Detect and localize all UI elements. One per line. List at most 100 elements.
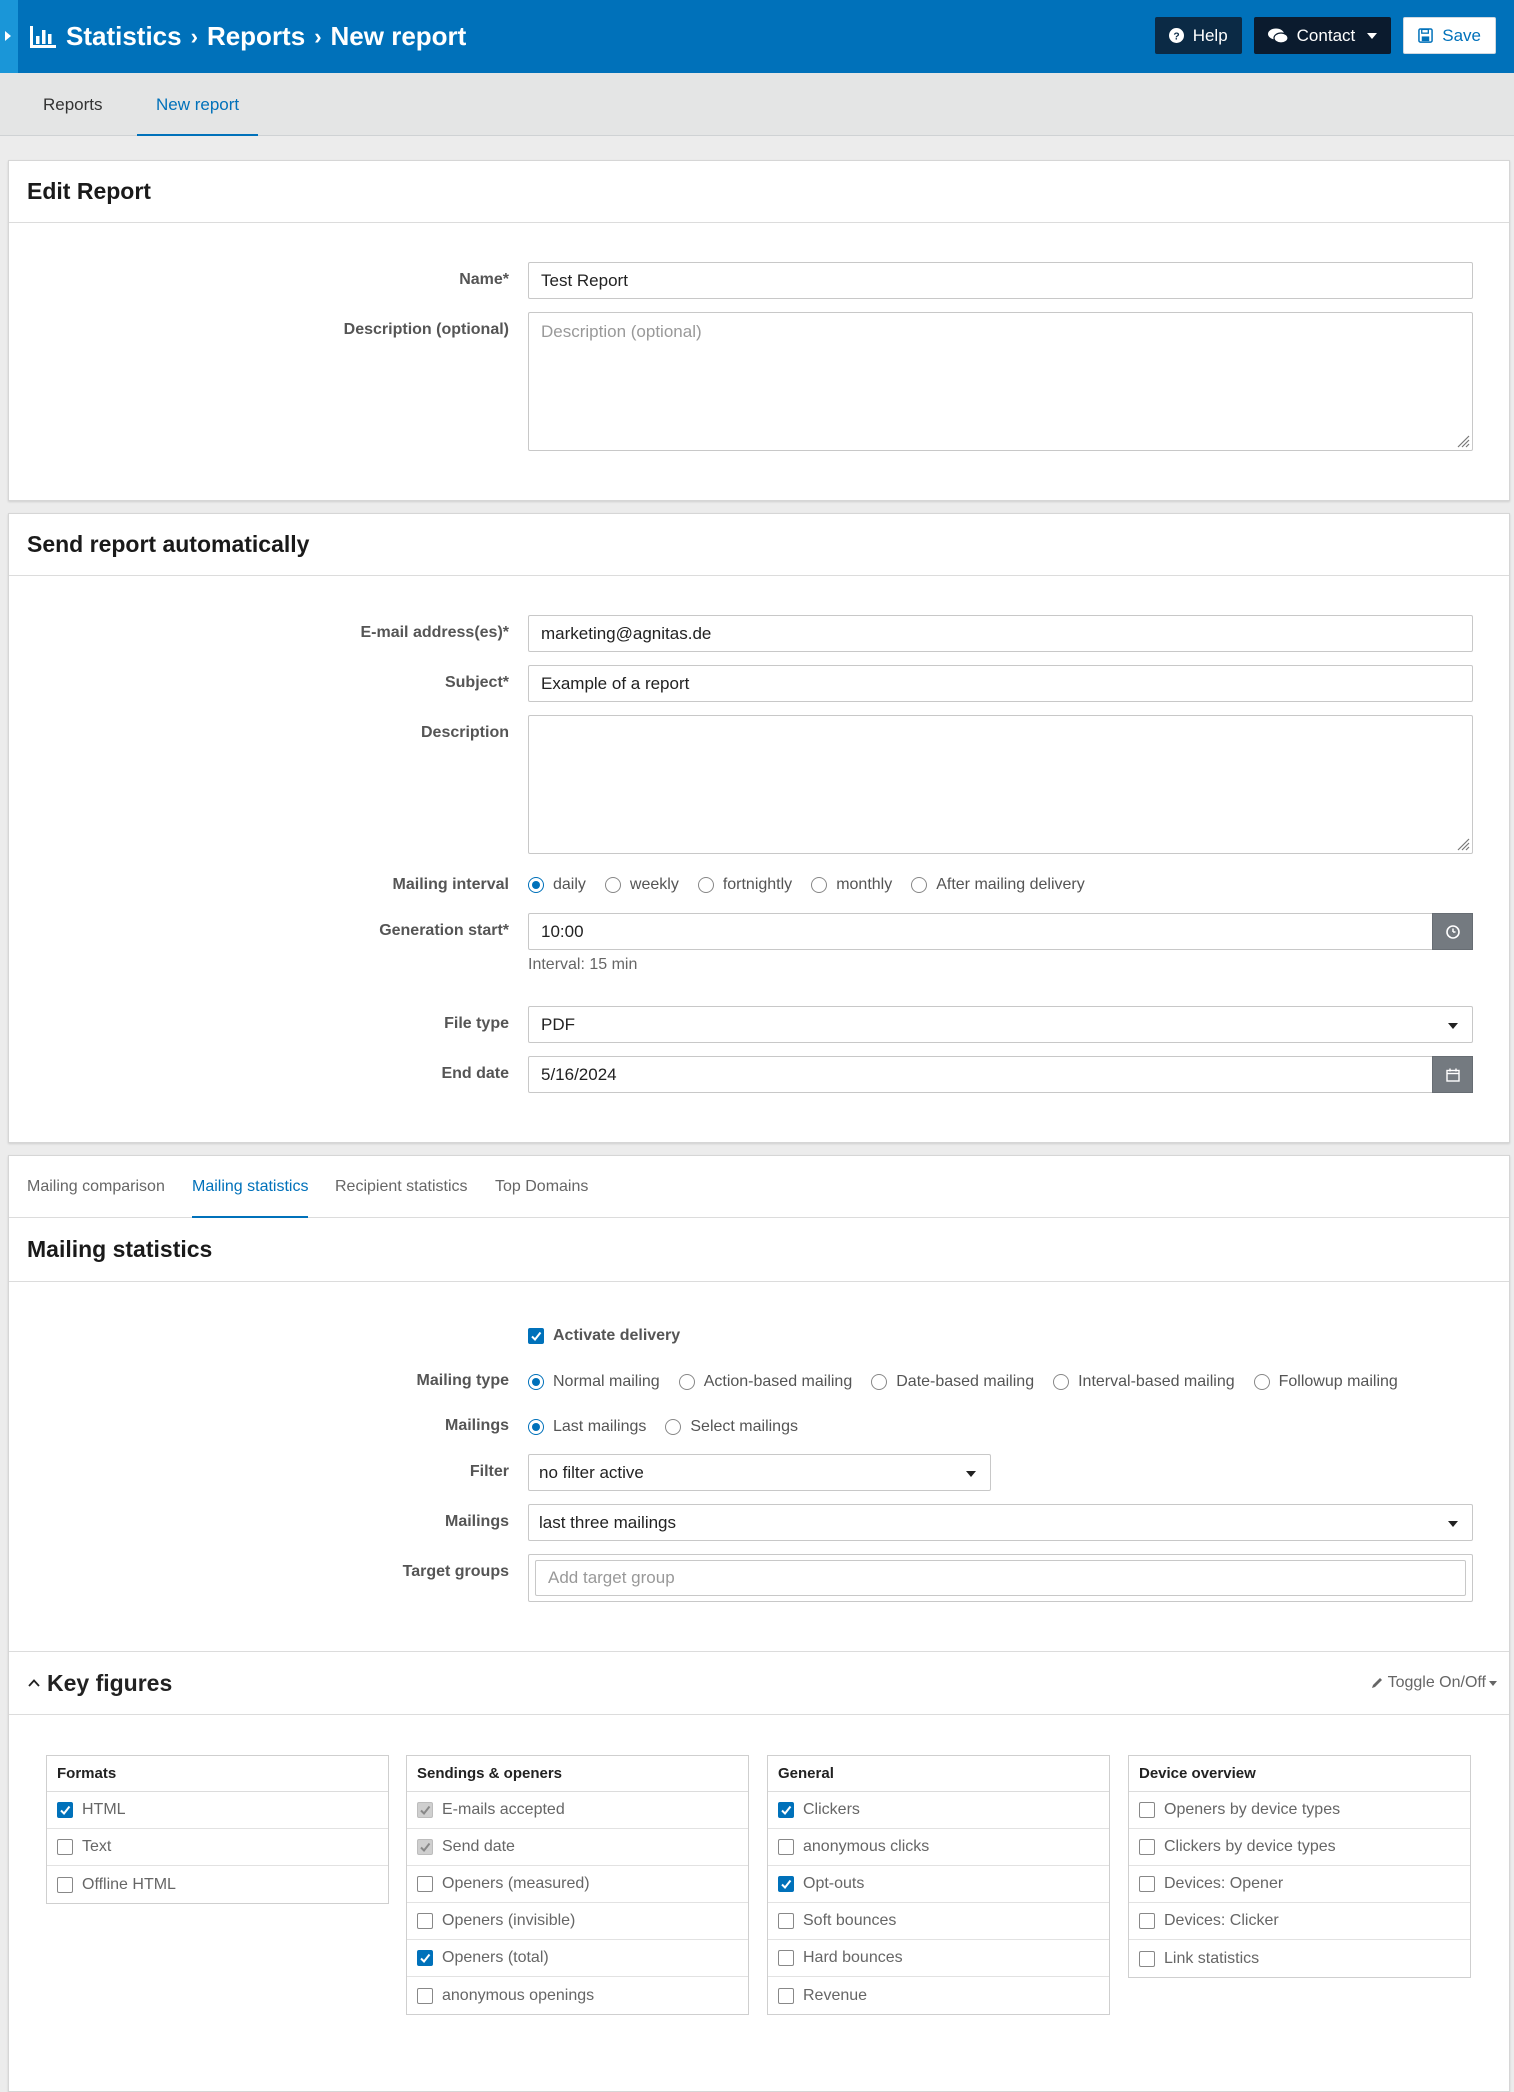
key-figure-checkbox[interactable]: anonymous clicks [768,1829,1109,1866]
mailing-type-label: Mailing type [416,1372,509,1389]
interval-option-after-delivery[interactable]: After mailing delivery [911,876,1085,894]
checkbox-icon [778,1913,794,1929]
contact-label: Contact [1296,25,1356,45]
key-figure-checkbox: Send date [407,1829,748,1866]
sidebar-toggle-button[interactable] [0,0,18,73]
auto-description-textarea[interactable] [528,715,1473,854]
key-figure-checkbox[interactable]: Hard bounces [768,1940,1109,1977]
mailings-option-select[interactable]: Select mailings [665,1418,798,1436]
mailings-option-last[interactable]: Last mailings [528,1418,646,1436]
key-figure-checkbox[interactable]: HTML [47,1792,388,1829]
tab-mailing-comparison[interactable]: Mailing comparison [27,1156,165,1218]
key-figure-label: Offline HTML [82,1875,176,1893]
checkbox-icon [57,1839,73,1855]
radio-label: monthly [836,876,893,893]
tab-recipient-statistics[interactable]: Recipient statistics [335,1156,468,1218]
target-groups-label: Target groups [402,1563,509,1580]
checkbox-icon [1139,1876,1155,1892]
name-input[interactable]: Test Report [528,262,1473,299]
breadcrumb: Statistics › Reports › New report [30,0,466,73]
group-title: Device overview [1129,1756,1470,1792]
radio-icon [871,1374,888,1390]
mailings-select[interactable]: last three mailings [528,1504,1473,1541]
description-textarea[interactable]: Description (optional) [528,312,1473,451]
key-figure-checkbox[interactable]: Openers by device types [1129,1792,1470,1829]
key-figure-label: Openers by device types [1164,1801,1341,1818]
interval-label: Mailing interval [392,876,509,893]
resize-handle-icon[interactable] [1456,434,1470,448]
checkbox-icon [778,1839,794,1855]
key-figure-checkbox[interactable]: Devices: Opener [1129,1866,1470,1903]
key-figure-checkbox: E-mails accepted [407,1792,748,1829]
caret-down-icon [1448,1521,1458,1527]
key-figure-checkbox[interactable]: Openers (measured) [407,1866,748,1903]
mailing-type-normal[interactable]: Normal mailing [528,1373,660,1391]
save-button[interactable]: Save [1403,17,1496,54]
contact-button[interactable]: Contact [1253,17,1392,54]
mailing-type-date-based[interactable]: Date-based mailing [871,1373,1034,1391]
mailing-type-interval-based[interactable]: Interval-based mailing [1053,1373,1235,1391]
mailing-type-action-based[interactable]: Action-based mailing [678,1373,852,1391]
end-date-value: 5/16/2024 [541,1064,617,1084]
key-figure-checkbox[interactable]: Openers (total) [407,1940,748,1977]
key-figure-label: Devices: Clicker [1164,1912,1279,1929]
key-figure-checkbox[interactable]: Link statistics [1129,1940,1470,1977]
activate-delivery-label: Activate delivery [553,1327,681,1344]
tab-reports[interactable]: Reports [24,73,122,136]
key-figures-header[interactable]: Key figures Toggle On/Off [9,1651,1509,1715]
clock-button[interactable] [1432,913,1473,950]
help-button[interactable]: ? Help [1154,17,1242,54]
resize-handle-icon[interactable] [1456,837,1470,851]
breadcrumb-reports[interactable]: Reports [207,21,305,52]
activate-delivery-checkbox[interactable]: Activate delivery [528,1327,680,1345]
edit-report-panel: Edit Report Name* Test Report Descriptio… [8,160,1510,501]
send-report-title: Send report automatically [9,514,1509,576]
toggle-on-off-button[interactable]: Toggle On/Off [1370,1674,1497,1692]
key-figure-label: Clickers by device types [1164,1838,1336,1855]
key-figure-checkbox[interactable]: Revenue [768,1977,1109,2014]
key-figure-checkbox[interactable]: Offline HTML [47,1866,388,1903]
key-figure-checkbox[interactable]: Clickers [768,1792,1109,1829]
key-figure-checkbox[interactable]: Clickers by device types [1129,1829,1470,1866]
radio-icon [1053,1374,1070,1390]
key-figure-label: anonymous openings [442,1986,595,2004]
subject-input[interactable]: Example of a report [528,665,1473,702]
radio-label: weekly [629,876,679,893]
end-date-input[interactable]: 5/16/2024 [528,1056,1473,1093]
radio-label: fortnightly [722,876,793,893]
key-figures-group-general: General Clickers anonymous clicks Opt-outs S… [767,1755,1110,2015]
key-figure-checkbox[interactable]: Openers (invisible) [407,1903,748,1940]
filter-select[interactable]: no filter active [528,1454,991,1491]
key-figure-checkbox[interactable]: Text [47,1829,388,1866]
interval-option-weekly[interactable]: weekly [604,876,679,894]
breadcrumb-statistics[interactable]: Statistics [66,21,182,52]
key-figure-label: Openers (measured) [442,1875,590,1892]
checkbox-checked-icon [417,1950,433,1966]
interval-option-daily[interactable]: daily [528,876,586,894]
mailing-type-followup[interactable]: Followup mailing [1253,1373,1398,1391]
key-figure-checkbox[interactable]: anonymous openings [407,1977,748,2014]
checkbox-icon [778,1987,794,2004]
checkbox-icon [417,1987,433,2004]
tab-top-domains[interactable]: Top Domains [495,1156,588,1218]
caret-down-icon [1448,1023,1458,1029]
tab-new-report[interactable]: New report [137,73,259,136]
tab-mailing-statistics[interactable]: Mailing statistics [192,1156,309,1218]
email-input[interactable]: marketing@agnitas.de [528,615,1473,652]
file-type-value: PDF [541,1014,575,1034]
radio-label: Select mailings [690,1418,798,1435]
key-figure-label: Openers (invisible) [442,1912,576,1929]
calendar-button[interactable] [1432,1056,1473,1093]
file-type-select[interactable]: PDF [528,1006,1473,1043]
key-figure-checkbox[interactable]: Devices: Clicker [1129,1903,1470,1940]
email-label: E-mail address(es)* [360,624,509,641]
send-report-panel: Send report automatically E-mail address… [8,513,1510,1143]
interval-option-monthly[interactable]: monthly [811,876,892,894]
radio-icon [665,1419,682,1435]
caret-down-icon [966,1471,976,1477]
key-figure-checkbox[interactable]: Opt-outs [768,1866,1109,1903]
interval-option-fortnightly[interactable]: fortnightly [697,876,793,894]
key-figure-checkbox[interactable]: Soft bounces [768,1903,1109,1940]
target-groups-input[interactable]: Add target group [535,1560,1466,1596]
generation-start-input[interactable]: 10:00 [528,913,1473,950]
